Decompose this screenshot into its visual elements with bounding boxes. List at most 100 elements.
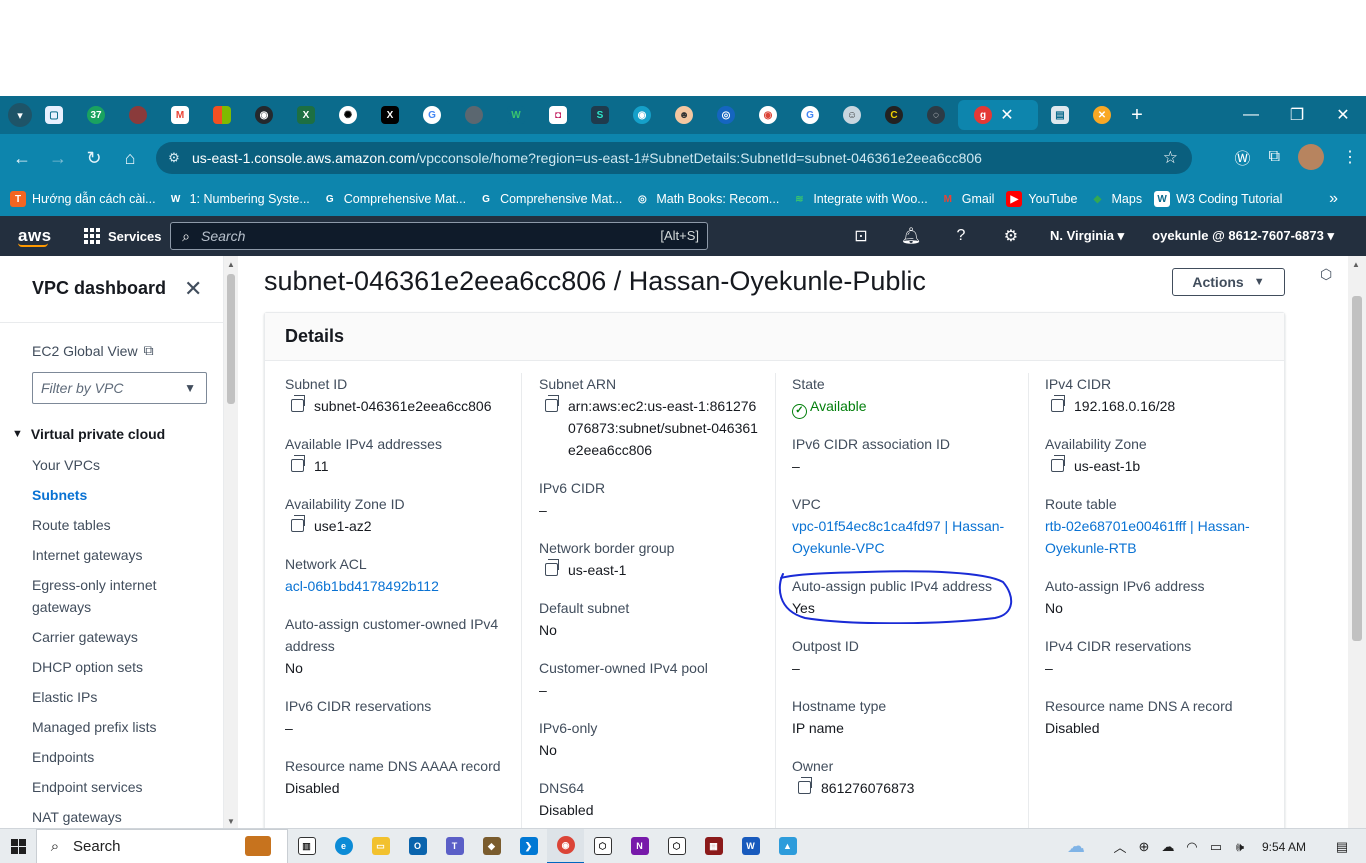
account-menu[interactable]: oyekunle @ 8612-7607-6873 ▾ bbox=[1138, 228, 1348, 244]
bookmark-item[interactable]: M Gmail bbox=[940, 191, 995, 207]
tab-search-chevron-down-icon[interactable]: ▾ bbox=[8, 103, 32, 127]
tab[interactable]: ◉ bbox=[244, 100, 284, 130]
edge-icon[interactable]: e bbox=[325, 829, 362, 863]
bookmark-item[interactable]: W W3 Coding Tutorial bbox=[1154, 191, 1282, 207]
sidebar-item-internet-gateways[interactable]: Internet gateways bbox=[32, 544, 212, 566]
sidebar-section-vpc[interactable]: ▼ Virtual private cloud bbox=[12, 426, 165, 442]
more-bookmarks-chevron-icon[interactable]: » bbox=[1329, 190, 1338, 208]
extensions-puzzle-icon[interactable]: ⧉ bbox=[1269, 148, 1280, 166]
tab[interactable]: ▢ bbox=[34, 100, 74, 130]
notifications-icon[interactable]: ▤ bbox=[1330, 839, 1354, 855]
panel-toggle-icon[interactable]: ⬡ bbox=[1320, 266, 1338, 284]
tab[interactable]: ✕ bbox=[1082, 100, 1122, 130]
sidebar-item-dhcp-option-sets[interactable]: DHCP option sets bbox=[32, 656, 212, 678]
tab[interactable]: ◘ bbox=[538, 100, 578, 130]
extension-w-icon[interactable]: Ⓦ bbox=[1235, 145, 1251, 169]
actions-button[interactable]: Actions ▼ bbox=[1172, 268, 1285, 296]
bookmark-item[interactable]: W 1: Numbering Syste... bbox=[168, 191, 310, 207]
clock[interactable]: 9:54 AM bbox=[1252, 840, 1330, 854]
tab[interactable]: W bbox=[496, 100, 536, 130]
aws-search-input[interactable]: ⌕ Search [Alt+S] bbox=[170, 222, 708, 250]
bookmark-item[interactable]: G Comprehensive Mat... bbox=[478, 191, 622, 207]
bookmark-item[interactable]: ≋ Integrate with Woo... bbox=[791, 191, 928, 207]
photos-icon[interactable]: ▲ bbox=[769, 829, 806, 863]
wifi-icon[interactable]: ◠ bbox=[1180, 839, 1204, 855]
settings-gear-icon[interactable]: ⚙ bbox=[986, 226, 1036, 246]
notifications-bell-icon[interactable]: 🔔︎ bbox=[886, 226, 936, 246]
help-icon[interactable]: ? bbox=[936, 227, 986, 245]
tab-active[interactable]: g ✕ bbox=[958, 100, 1038, 130]
browser-menu-icon[interactable]: ⋮ bbox=[1342, 147, 1358, 167]
sidebar-item-endpoint-services[interactable]: Endpoint services bbox=[32, 776, 212, 798]
filter-by-vpc-select[interactable]: Filter by VPC ▼ bbox=[32, 372, 207, 404]
box-icon[interactable]: ⬡ bbox=[658, 829, 695, 863]
route-table-link[interactable]: rtb-02e68701e00461fff | Hassan-Oyekunle-… bbox=[1045, 515, 1270, 559]
cloudshell-icon[interactable]: ⊡ bbox=[836, 226, 886, 246]
start-button[interactable] bbox=[0, 838, 36, 854]
winrar-icon[interactable]: ▦ bbox=[695, 829, 732, 863]
sidebar-item-egress-only-gateways[interactable]: Egress-only internet gateways bbox=[32, 574, 212, 618]
teams-icon[interactable]: T bbox=[436, 829, 473, 863]
bookmark-item[interactable]: T Hướng dẫn cách cài... bbox=[10, 191, 156, 207]
word-icon[interactable]: W bbox=[732, 829, 769, 863]
region-selector[interactable]: N. Virginia ▾ bbox=[1036, 228, 1138, 244]
sidebar-item-endpoints[interactable]: Endpoints bbox=[32, 746, 212, 768]
profile-avatar[interactable] bbox=[1298, 144, 1324, 170]
back-arrow-icon[interactable]: ← bbox=[4, 140, 40, 176]
taskbar-search[interactable]: ⌕ Search bbox=[36, 828, 288, 863]
tab[interactable] bbox=[454, 100, 494, 130]
tab[interactable] bbox=[118, 100, 158, 130]
sidebar-item-nat-gateways[interactable]: NAT gateways bbox=[32, 806, 212, 828]
outlook-icon[interactable]: O bbox=[399, 829, 436, 863]
battery-icon[interactable]: ▭ bbox=[1204, 839, 1228, 855]
meet-now-icon[interactable]: ⊕ bbox=[1132, 839, 1156, 855]
sidebar-item-subnets[interactable]: Subnets bbox=[32, 484, 212, 506]
restore-icon[interactable]: ❐ bbox=[1274, 96, 1320, 134]
bookmark-item[interactable]: ◆ Maps bbox=[1090, 191, 1142, 207]
copy-icon[interactable] bbox=[1051, 455, 1065, 472]
task-view-icon[interactable]: ▥ bbox=[288, 829, 325, 863]
close-tab-icon[interactable]: ✕ bbox=[992, 105, 1022, 125]
tab[interactable]: X bbox=[286, 100, 326, 130]
tab[interactable]: ◌ bbox=[916, 100, 956, 130]
site-info-icon[interactable]: ⚙ bbox=[156, 150, 192, 166]
copy-icon[interactable] bbox=[291, 515, 305, 532]
vpc-link[interactable]: vpc-01f54ec8c1ca4fd97 | Hassan-Oyekunle-… bbox=[792, 515, 1017, 559]
bookmark-item[interactable]: ◎ Math Books: Recom... bbox=[634, 191, 779, 207]
tab[interactable]: G bbox=[790, 100, 830, 130]
file-explorer-icon[interactable]: ▭ bbox=[362, 829, 399, 863]
bookmark-item[interactable]: G Comprehensive Mat... bbox=[322, 191, 466, 207]
ec2-global-view-link[interactable]: EC2 Global View ⧉ bbox=[32, 342, 154, 359]
home-icon[interactable]: ⌂ bbox=[112, 140, 148, 176]
tab[interactable]: 37 bbox=[76, 100, 116, 130]
bookmark-star-icon[interactable]: ☆ bbox=[1163, 148, 1178, 168]
scrollbar-thumb[interactable] bbox=[227, 274, 235, 404]
tab[interactable]: G bbox=[412, 100, 452, 130]
tab[interactable]: ✺ bbox=[328, 100, 368, 130]
address-bar[interactable]: ⚙ us-east-1.console.aws.amazon.com/vpcco… bbox=[156, 142, 1192, 174]
sidebar-item-managed-prefix-lists[interactable]: Managed prefix lists bbox=[32, 716, 212, 738]
copy-icon[interactable] bbox=[291, 455, 305, 472]
network-acl-link[interactable]: acl-06b1bd4178492b112 bbox=[285, 575, 525, 597]
main-scrollbar[interactable]: ▲ bbox=[1348, 256, 1366, 828]
scrollbar-thumb[interactable] bbox=[1352, 296, 1362, 641]
tab[interactable]: ◉ bbox=[622, 100, 662, 130]
services-menu[interactable]: Services bbox=[84, 228, 162, 244]
vscode-icon[interactable]: ❯ bbox=[510, 829, 547, 863]
chevron-up-icon[interactable]: ︿ bbox=[1108, 837, 1132, 856]
copy-icon[interactable] bbox=[798, 777, 812, 794]
tab[interactable]: M bbox=[160, 100, 200, 130]
sidebar-scrollbar[interactable]: ▲ ▼ bbox=[224, 256, 238, 828]
close-window-icon[interactable]: ✕ bbox=[1320, 96, 1366, 134]
copy-icon[interactable] bbox=[545, 559, 559, 576]
chrome-icon[interactable]: ◉ bbox=[547, 828, 584, 863]
copy-icon[interactable] bbox=[545, 395, 559, 412]
copy-icon[interactable] bbox=[291, 395, 305, 412]
scroll-up-icon[interactable]: ▲ bbox=[227, 260, 235, 269]
sidebar-item-route-tables[interactable]: Route tables bbox=[32, 514, 212, 536]
onedrive-icon[interactable]: ☁ bbox=[1156, 839, 1180, 855]
minimize-icon[interactable]: — bbox=[1228, 96, 1274, 134]
scroll-down-icon[interactable]: ▼ bbox=[227, 817, 235, 826]
reload-icon[interactable]: ↻ bbox=[76, 140, 112, 176]
tab[interactable]: ☻ bbox=[664, 100, 704, 130]
